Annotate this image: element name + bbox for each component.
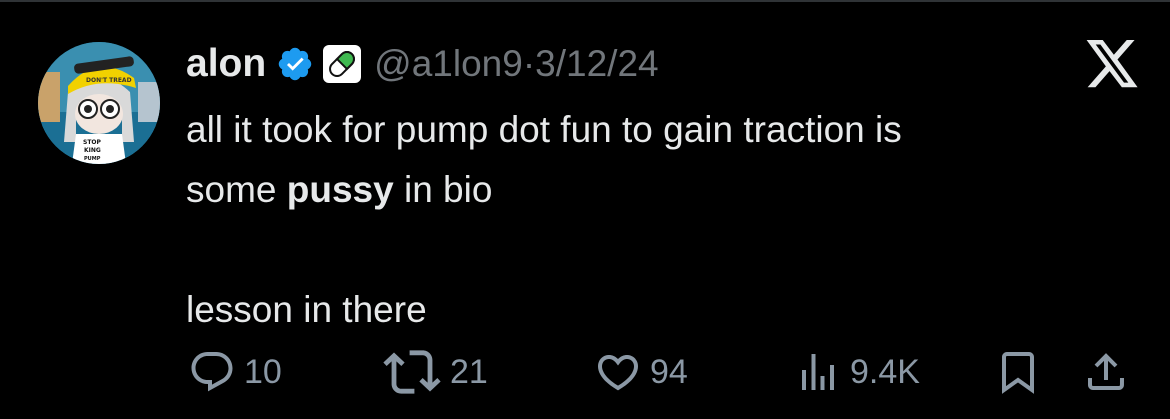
- repost-icon: [383, 350, 441, 394]
- verified-badge-icon: [278, 47, 312, 81]
- avatar-shirt-text-3: PUMP: [84, 156, 101, 162]
- tweet-text-line-1: all it took for pump dot fun to gain tra…: [186, 109, 902, 150]
- pill-icon: [323, 45, 362, 83]
- share-icon: [1088, 353, 1124, 390]
- share-button[interactable]: [1082, 344, 1130, 400]
- reply-icon: [191, 352, 233, 392]
- tweet-text: all it took for pump dot fun to gain tra…: [186, 100, 1126, 340]
- views-count: 9.4K: [850, 352, 920, 391]
- tweet-text-line-2: some pussy in bio: [186, 160, 1126, 220]
- bookmark-icon: [1002, 352, 1034, 394]
- avatar-shirt-text-2: KING: [84, 147, 101, 154]
- meta-separator: ·: [522, 43, 536, 84]
- views-icon: [802, 354, 834, 390]
- tweet-date[interactable]: 3/12/24: [535, 43, 658, 85]
- x-logo-icon[interactable]: [1083, 40, 1141, 92]
- action-bar: 10 21 94 9.4K: [0, 344, 1170, 400]
- tweet-header: alon @a1lon9 · 3/12/24: [186, 36, 659, 92]
- reply-count: 10: [244, 352, 282, 391]
- tweet-text-bold-word: pussy: [286, 169, 394, 210]
- author-display-name[interactable]: alon: [186, 42, 266, 86]
- repost-button[interactable]: 21: [382, 344, 488, 400]
- avatar-shirt-text-1: STOP: [83, 139, 102, 146]
- reply-button[interactable]: 10: [188, 344, 282, 400]
- like-button[interactable]: 94: [594, 344, 688, 400]
- tweet-text-blank-line: [186, 220, 1126, 280]
- avatar[interactable]: DON'T TREAD STOP KING PUMP: [38, 42, 160, 164]
- views-button[interactable]: 9.4K: [794, 344, 920, 400]
- top-divider: [0, 0, 1170, 2]
- author-handle[interactable]: @a1lon9: [374, 43, 523, 85]
- tweet-text-line-2-prefix: some: [186, 169, 287, 210]
- bookmark-button[interactable]: [994, 344, 1042, 400]
- avatar-hat-text: DON'T TREAD: [86, 77, 132, 84]
- repost-count: 21: [450, 352, 488, 391]
- heart-icon: [597, 355, 639, 391]
- tweet-text-line-3: lesson in there: [186, 289, 427, 330]
- tweet-text-line-2-suffix: in bio: [393, 169, 493, 210]
- avatar-image: DON'T TREAD STOP KING PUMP: [38, 42, 160, 164]
- like-count: 94: [650, 352, 688, 391]
